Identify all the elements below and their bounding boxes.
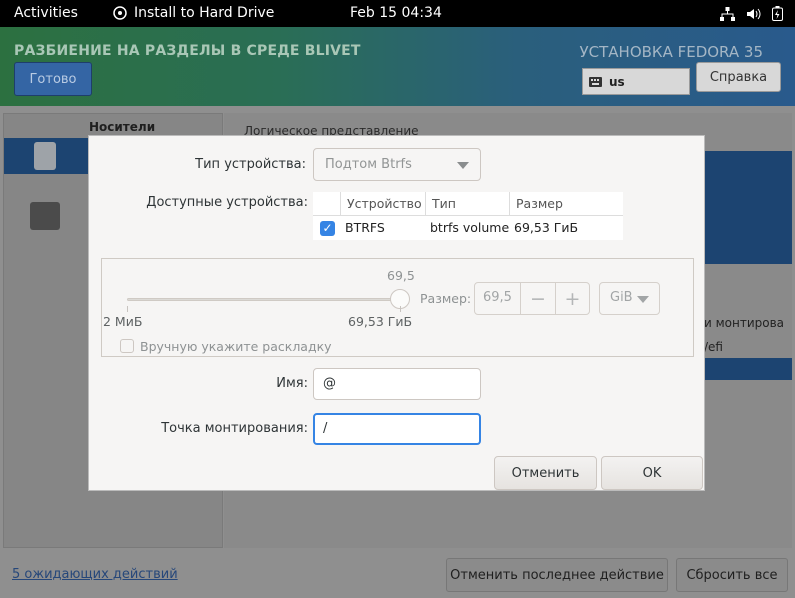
- name-input[interactable]: @: [313, 368, 481, 400]
- device-type-label: Тип устройства:: [195, 157, 306, 172]
- keyboard-icon: [589, 76, 602, 87]
- selected-device-block[interactable]: [694, 151, 792, 264]
- selected-mount-row[interactable]: [694, 358, 792, 380]
- help-button[interactable]: Справка: [696, 62, 781, 92]
- hard-drive-icon[interactable]: [30, 202, 60, 230]
- chevron-down-icon: [457, 162, 469, 169]
- device-type-value: Подтом Btrfs: [325, 157, 412, 172]
- installer-header: РАЗБИЕНИЕ НА РАЗДЕЛЫ В СРЕДЕ BLIVET Гото…: [0, 27, 795, 106]
- table-header-size[interactable]: Размер: [510, 192, 623, 216]
- size-spin-value[interactable]: 69,5: [475, 283, 521, 314]
- size-increase-button[interactable]: +: [554, 283, 589, 314]
- done-button[interactable]: Готово: [14, 62, 92, 96]
- network-icon: [720, 6, 735, 21]
- table-header-device[interactable]: Устройство: [341, 192, 426, 216]
- mount-point-label: Точка монтирования:: [161, 421, 308, 436]
- manual-layout-label: Вручную укажите раскладку: [140, 339, 332, 354]
- available-devices-table: Устройство Тип Размер ✓ BTRFS btrfs volu…: [313, 192, 623, 240]
- cancel-button[interactable]: Отменить: [494, 456, 597, 490]
- slider-min-tick: [127, 306, 128, 312]
- size-unit-dropdown[interactable]: GiB: [599, 282, 660, 315]
- page-title: РАЗБИЕНИЕ НА РАЗДЕЛЫ В СРЕДЕ BLIVET: [14, 43, 361, 59]
- device-type-dropdown[interactable]: Подтом Btrfs: [313, 148, 481, 181]
- app-menu[interactable]: Install to Hard Drive: [113, 5, 274, 21]
- keyboard-layout-label: us: [609, 74, 625, 89]
- volume-icon: [747, 8, 761, 19]
- table-cell-type: btrfs volume: [430, 220, 510, 235]
- clock[interactable]: Feb 15 04:34: [350, 5, 442, 21]
- undo-last-action-button[interactable]: Отменить последнее действие: [446, 558, 668, 592]
- bottom-bar: 5 ожидающих действий Отменить последнее …: [0, 550, 795, 598]
- table-cell-size: 69,53 ГиБ: [514, 220, 579, 235]
- table-cell-device: BTRFS: [345, 220, 385, 235]
- app-name: Install to Hard Drive: [134, 5, 275, 21]
- size-spinbutton: 69,5 − +: [474, 282, 590, 315]
- size-unit-value: GiB: [610, 290, 633, 305]
- product-title: УСТАНОВКА FEDORA 35: [579, 43, 764, 61]
- available-devices-label: Доступные устройства:: [146, 195, 308, 210]
- name-label: Имя:: [276, 376, 308, 391]
- slider-max-label: 69,53 ГиБ: [348, 314, 413, 329]
- battery-icon: [772, 6, 783, 21]
- chevron-down-icon: [637, 296, 649, 303]
- pending-actions-link[interactable]: 5 ожидающих действий: [12, 567, 178, 582]
- table-header-type[interactable]: Тип: [426, 192, 510, 216]
- disk-icon[interactable]: [34, 142, 56, 170]
- slider-min-label: 2 МиБ: [103, 314, 143, 329]
- table-header-check: [313, 192, 341, 216]
- device-checkbox[interactable]: ✓: [320, 221, 335, 236]
- installer-icon: [113, 6, 127, 20]
- storage-sidebar-label: Носители: [89, 120, 156, 134]
- add-device-dialog: Тип устройства: Подтом Btrfs Доступные у…: [88, 135, 705, 491]
- top-bar: Activities Install to Hard Drive Feb 15 …: [0, 0, 795, 27]
- efi-mount-row[interactable]: /efi: [704, 340, 723, 354]
- manual-layout-checkbox[interactable]: [120, 339, 134, 353]
- size-decrease-button[interactable]: −: [521, 283, 555, 314]
- mount-column-header: и монтирова: [704, 316, 785, 330]
- slider-value-label: 69,5: [387, 268, 415, 283]
- slider-max-tick: [400, 306, 401, 312]
- size-slider-track[interactable]: [127, 298, 403, 301]
- ok-button[interactable]: OK: [601, 456, 703, 490]
- reset-all-button[interactable]: Сбросить все: [676, 558, 788, 592]
- size-label: Размер:: [420, 291, 472, 306]
- mount-point-input[interactable]: /: [313, 413, 481, 445]
- activities-button[interactable]: Activities: [14, 5, 78, 21]
- system-tray[interactable]: [720, 6, 783, 21]
- size-section: 69,5 2 МиБ 69,53 ГиБ Размер: 69,5 − + Gi…: [101, 258, 694, 357]
- keyboard-layout-indicator[interactable]: us: [582, 68, 690, 95]
